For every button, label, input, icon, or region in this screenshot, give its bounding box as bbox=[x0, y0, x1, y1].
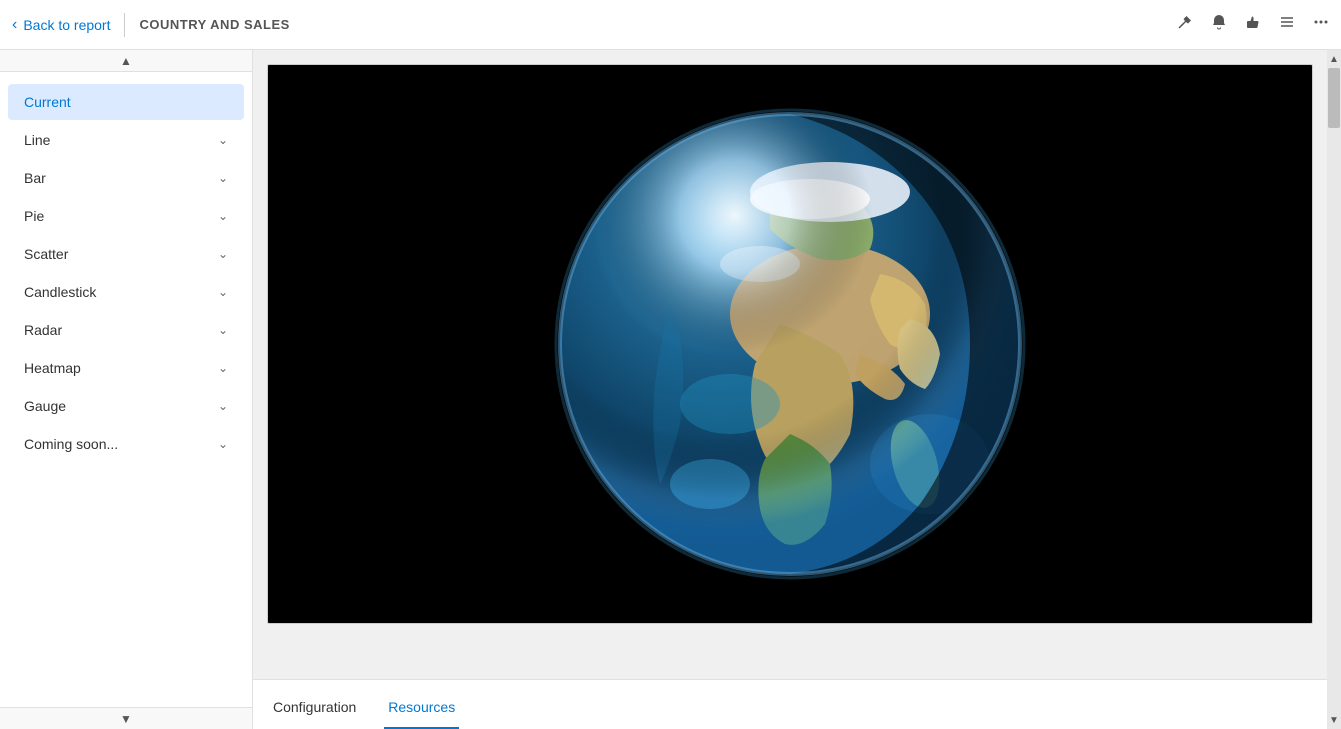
chevron-down-icon: ⌄ bbox=[218, 323, 228, 337]
sidebar-scroll-up[interactable]: ▲ bbox=[0, 50, 252, 72]
sidebar-item-current[interactable]: Current bbox=[8, 84, 244, 120]
earth-globe bbox=[550, 104, 1030, 584]
tab-resources-label: Resources bbox=[388, 699, 455, 715]
sidebar-item-heatmap-label: Heatmap bbox=[24, 360, 81, 376]
chevron-down-icon: ⌄ bbox=[218, 209, 228, 223]
panel-scroll-thumb[interactable] bbox=[1328, 68, 1340, 128]
sidebar-scroll-down[interactable]: ▼ bbox=[0, 707, 252, 729]
sidebar-item-coming-soon-label: Coming soon... bbox=[24, 436, 118, 452]
sidebar-item-current-label: Current bbox=[24, 94, 71, 110]
chevron-down-icon: ⌄ bbox=[218, 133, 228, 147]
sidebar-item-line-label: Line bbox=[24, 132, 50, 148]
sidebar-item-scatter-label: Scatter bbox=[24, 246, 68, 262]
back-arrow-icon: ‹ bbox=[12, 16, 17, 34]
panel-scroll-down[interactable]: ▼ bbox=[1327, 711, 1341, 729]
sidebar-item-radar-label: Radar bbox=[24, 322, 62, 338]
sidebar-item-pie-label: Pie bbox=[24, 208, 44, 224]
topbar-divider bbox=[124, 13, 125, 37]
sidebar-item-candlestick-label: Candlestick bbox=[24, 284, 96, 300]
topbar: ‹ Back to report COUNTRY AND SALES bbox=[0, 0, 1341, 50]
sidebar-item-line[interactable]: Line ⌄ bbox=[8, 122, 244, 158]
sidebar-item-scatter[interactable]: Scatter ⌄ bbox=[8, 236, 244, 272]
chevron-down-icon: ⌄ bbox=[218, 171, 228, 185]
bottom-tabs: Configuration Resources bbox=[253, 679, 1327, 729]
more-options-icon[interactable] bbox=[1313, 14, 1329, 35]
main-content: ▲ Current Line ⌄ Bar ⌄ Pie ⌄ Scatter ⌄ bbox=[0, 50, 1341, 729]
thumbs-up-icon[interactable] bbox=[1245, 14, 1261, 35]
right-scroll-area bbox=[253, 50, 1327, 679]
panel-scroll-up[interactable]: ▲ bbox=[1327, 50, 1341, 68]
earth-svg bbox=[550, 104, 1030, 584]
sidebar-scroll-area: Current Line ⌄ Bar ⌄ Pie ⌄ Scatter ⌄ Can… bbox=[0, 72, 252, 707]
back-to-report-link[interactable]: ‹ Back to report bbox=[12, 16, 110, 34]
right-panel-container: Configuration Resources ▲ ▼ bbox=[253, 50, 1341, 729]
lines-icon[interactable] bbox=[1279, 14, 1295, 35]
sidebar-item-pie[interactable]: Pie ⌄ bbox=[8, 198, 244, 234]
back-label: Back to report bbox=[23, 17, 110, 33]
sidebar-item-radar[interactable]: Radar ⌄ bbox=[8, 312, 244, 348]
sidebar-item-heatmap[interactable]: Heatmap ⌄ bbox=[8, 350, 244, 386]
sidebar-item-candlestick[interactable]: Candlestick ⌄ bbox=[8, 274, 244, 310]
page-title: COUNTRY AND SALES bbox=[139, 17, 289, 32]
tab-configuration-label: Configuration bbox=[273, 699, 356, 715]
bell-icon[interactable] bbox=[1211, 14, 1227, 35]
sidebar-item-gauge[interactable]: Gauge ⌄ bbox=[8, 388, 244, 424]
sidebar-item-coming-soon[interactable]: Coming soon... ⌄ bbox=[8, 426, 244, 462]
pin-icon[interactable] bbox=[1177, 14, 1193, 35]
tab-resources[interactable]: Resources bbox=[384, 687, 459, 729]
panel-scroll-track bbox=[1327, 68, 1341, 711]
right-content-area: Configuration Resources bbox=[253, 50, 1327, 729]
globe-container bbox=[267, 64, 1313, 624]
tab-configuration[interactable]: Configuration bbox=[269, 687, 360, 729]
sidebar-item-bar-label: Bar bbox=[24, 170, 46, 186]
topbar-icons bbox=[1177, 14, 1329, 35]
chevron-down-icon: ⌄ bbox=[218, 285, 228, 299]
sidebar-item-gauge-label: Gauge bbox=[24, 398, 66, 414]
chevron-down-icon: ⌄ bbox=[218, 247, 228, 261]
sidebar: ▲ Current Line ⌄ Bar ⌄ Pie ⌄ Scatter ⌄ bbox=[0, 50, 253, 729]
chevron-down-icon: ⌄ bbox=[218, 399, 228, 413]
sidebar-item-bar[interactable]: Bar ⌄ bbox=[8, 160, 244, 196]
panel-scrollbar: ▲ ▼ bbox=[1327, 50, 1341, 729]
chevron-down-icon: ⌄ bbox=[218, 361, 228, 375]
chevron-down-icon: ⌄ bbox=[218, 437, 228, 451]
